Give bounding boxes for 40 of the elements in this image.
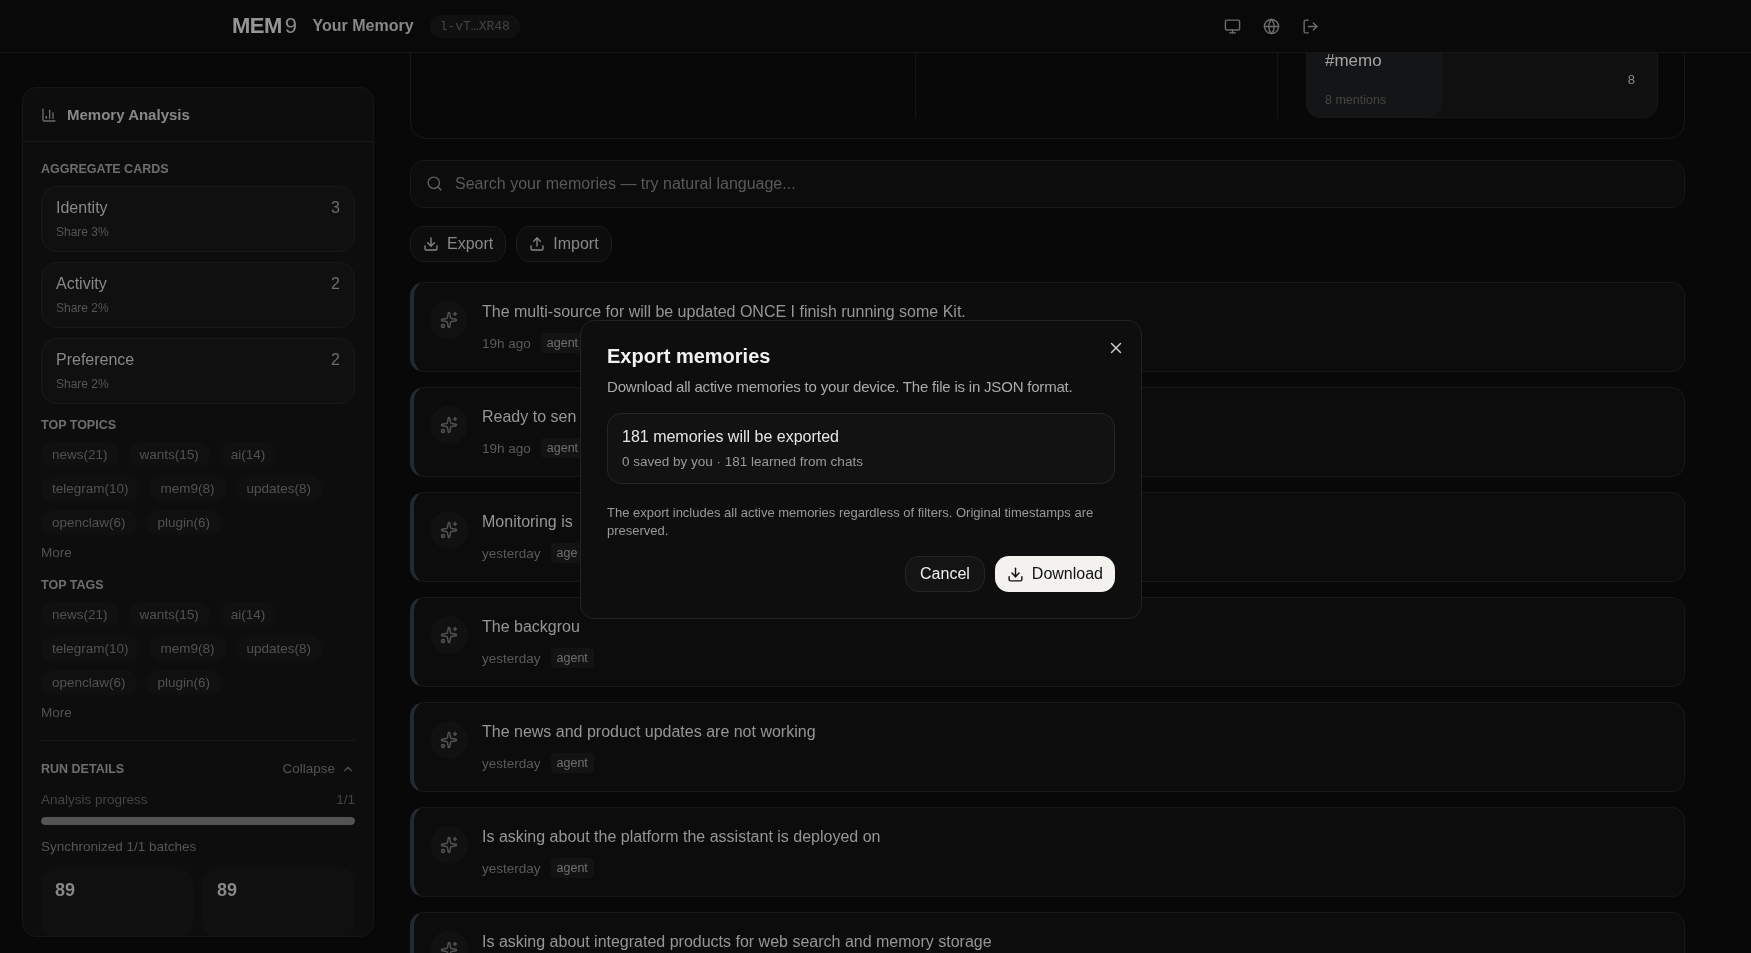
summary-detail: 0 saved by you · 181 learned from chats [622, 454, 864, 469]
card-name: Identity [56, 199, 109, 217]
dialog-description: Download all active memories to your device. The file is in JSON format. [607, 378, 1074, 395]
memory-text: Is asking about the platform the assistant is deployed on [482, 828, 881, 846]
memory-time: 19h ago [482, 335, 531, 351]
memory-time: yesterday [482, 650, 541, 666]
summary-title: 181 memories will be exported [622, 428, 840, 446]
topic-title: #memo [1325, 53, 1383, 71]
memory-text: Monitoring is [482, 513, 574, 531]
memory-text: Is asking about integrated products for web search and memory storage [482, 933, 992, 951]
memory-time: yesterday [482, 545, 541, 561]
card-name: Activity [56, 275, 108, 293]
memory-text: The multi-source for will be updated ONCE I finish running some Kit. [482, 303, 966, 321]
sync-status: Synchronized 1/1 batches [41, 839, 198, 854]
memory-time: yesterday [482, 755, 541, 771]
section-heading: TOP TOPICS [41, 418, 118, 432]
card-share: Share 3% [56, 225, 110, 239]
section-heading: RUN DETAILS [41, 761, 125, 776]
topic-count: 8 [1627, 71, 1635, 87]
section-heading: TOP TAGS [41, 578, 105, 592]
export-note: The export includes all active memories regardless of filters. Original timestamps are preserved. [607, 504, 1095, 540]
card-share: Share 2% [56, 301, 110, 315]
page-title: Your Memory [312, 17, 414, 35]
dialog-title: Export memories [607, 345, 772, 368]
card-name: Preference [56, 351, 136, 369]
memory-tag: agent [550, 753, 594, 773]
card-count: 2 [331, 275, 340, 293]
memory-text: The news and product updates are not working [482, 723, 816, 741]
memory-tag: agent [550, 648, 594, 668]
memory-time: 19h ago [482, 440, 531, 456]
section-heading: AGGREGATE CARDS [41, 162, 170, 176]
memory-tag: agent [550, 858, 594, 878]
card-count: 3 [331, 199, 340, 217]
card-count: 2 [331, 351, 340, 369]
card-share: Share 2% [56, 377, 110, 391]
memory-text: The backgrou [482, 618, 581, 636]
memory-time: yesterday [482, 860, 541, 876]
memory-text: Ready to sen [482, 408, 578, 426]
logo: MEM9 [232, 13, 297, 39]
panel-title: Memory Analysis [67, 106, 190, 123]
